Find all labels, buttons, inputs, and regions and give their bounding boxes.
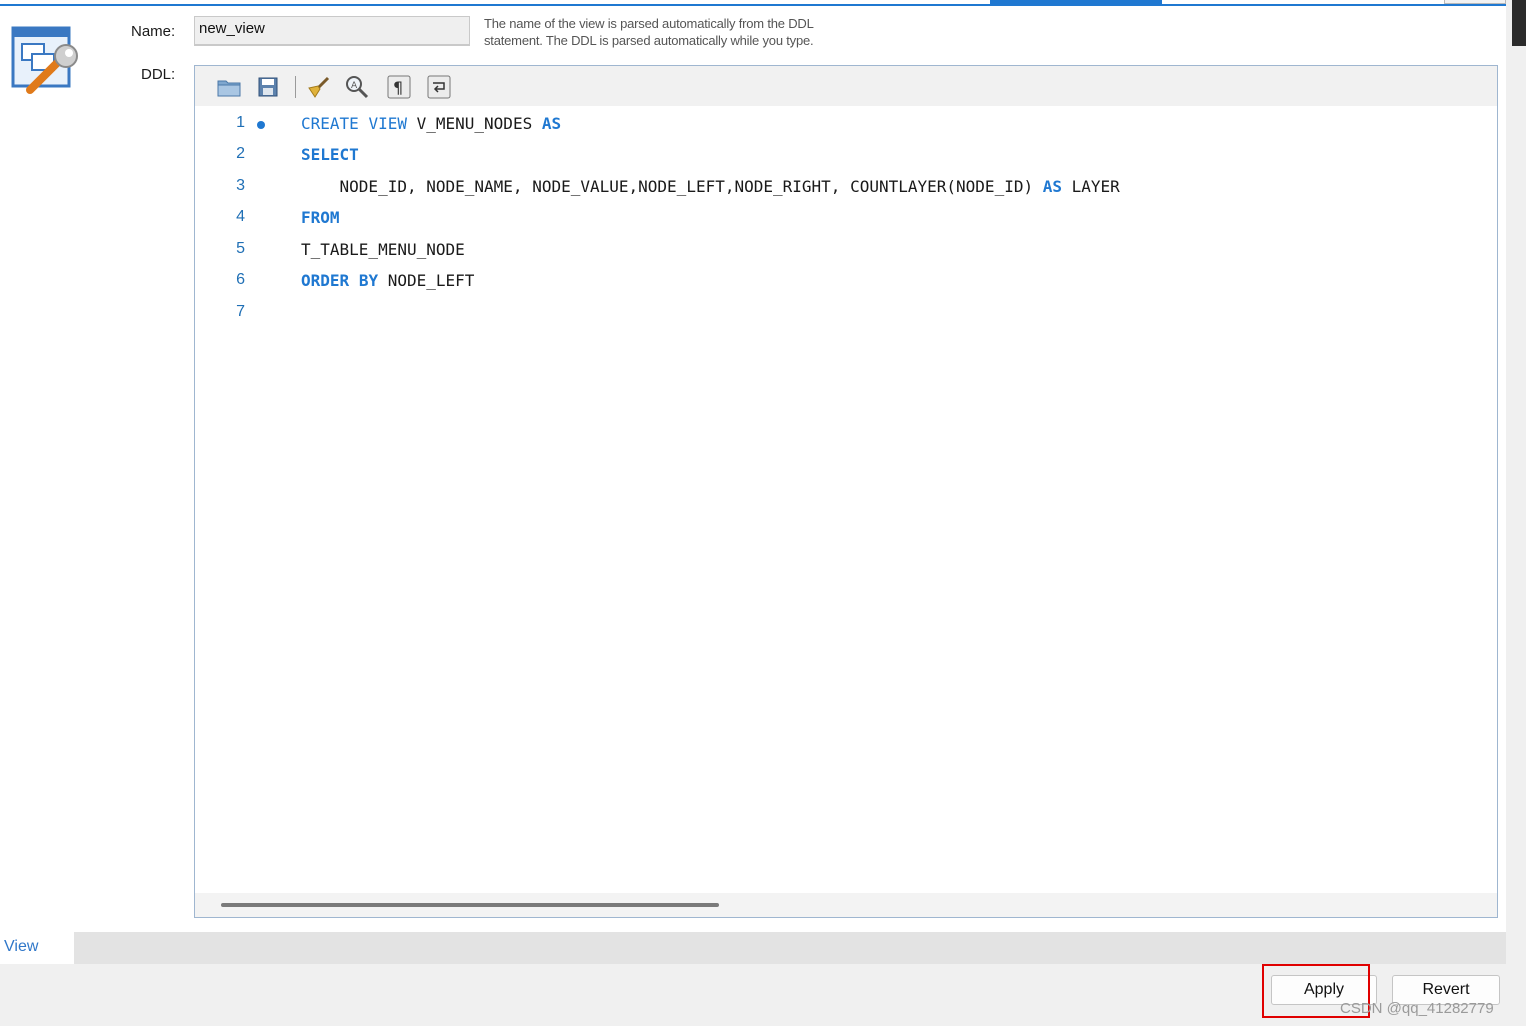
tab-view-label: View [4,938,39,955]
code-line-5: 5 T_TABLE_MENU_NODE [195,240,1497,264]
line-number: 6 [236,271,245,288]
watermark: CSDN @qq_41282779 [1340,1000,1494,1017]
find-icon[interactable]: A [345,75,369,99]
identifier: V_MENU_NODES [416,114,533,133]
svg-text:¶: ¶ [393,78,403,97]
top-right-tab[interactable] [1444,0,1506,4]
code-text: FROM [301,208,340,227]
keyword: FROM [301,208,340,227]
code-line-1: 1 CREATE VIEW V_MENU_NODES AS [195,114,1497,138]
scrollbar-thumb[interactable] [1512,0,1526,46]
code-line-2: 2 SELECT [195,145,1497,169]
hint-line-2: statement. The DDL is parsed automatical… [484,33,814,48]
identifier: LAYER [1071,177,1120,196]
bottom-tab-strip: View [0,932,1506,964]
top-tab-bar [0,0,1506,6]
identifier: T_TABLE_MENU_NODE [301,240,465,259]
svg-text:A: A [351,81,358,91]
identifier: NODE_ID, NODE_NAME, NODE_VALUE,NODE_LEFT… [301,177,1034,196]
line-number: 1 [236,114,245,131]
code-line-6: 6 ORDER BY NODE_LEFT [195,271,1497,295]
editor-toolbar: A ¶ [195,66,1497,106]
view-object-icon [10,24,84,98]
footer-bar: Apply Revert [0,964,1506,1026]
line-number: 3 [236,177,245,194]
statement-marker-icon [257,121,265,129]
tab-view[interactable]: View [0,932,74,964]
hint-line-1: The name of the view is parsed automatic… [484,16,814,31]
horizontal-scrollbar[interactable] [195,893,1497,917]
line-number: 2 [236,145,245,162]
name-hint: The name of the view is parsed automatic… [484,15,904,49]
ddl-label: DDL: [141,66,176,83]
code-text: ORDER BY NODE_LEFT [301,271,474,290]
code-text: T_TABLE_MENU_NODE [301,240,465,259]
code-line-4: 4 FROM [195,208,1497,232]
name-label: Name: [131,23,176,40]
keyword: SELECT [301,145,359,164]
ddl-editor[interactable]: A ¶ 1 CREATE VIEW V_MENU_NODES AS 2 SELE… [194,65,1498,918]
show-invisibles-icon[interactable]: ¶ [387,75,411,99]
identifier: NODE_LEFT [387,271,475,290]
active-tab-indicator[interactable] [990,0,1162,6]
keyword: AS [1042,177,1062,196]
code-area[interactable]: 1 CREATE VIEW V_MENU_NODES AS 2 SELECT 3… [195,110,1497,890]
code-text: CREATE VIEW V_MENU_NODES AS [301,114,561,133]
keyword: BY [358,271,379,290]
code-text: NODE_ID, NODE_NAME, NODE_VALUE,NODE_LEFT… [301,177,1120,196]
horizontal-scroll-thumb[interactable] [221,903,719,907]
line-number: 5 [236,240,245,257]
keyword: ORDER [301,271,350,290]
beautify-broom-icon[interactable] [306,75,330,99]
save-icon[interactable] [256,75,280,99]
toolbar-separator [295,76,296,98]
keyword: VIEW [368,114,407,133]
word-wrap-icon[interactable] [427,75,451,99]
code-line-7: 7 [195,303,1497,327]
line-number: 7 [236,303,245,320]
view-name-input[interactable]: new_view [194,16,470,46]
right-scrollbar[interactable] [1506,0,1526,1026]
code-line-3: 3 NODE_ID, NODE_NAME, NODE_VALUE,NODE_LE… [195,177,1497,201]
code-text: SELECT [301,145,359,164]
keyword: CREATE [301,114,359,133]
open-folder-icon[interactable] [217,75,241,99]
keyword: AS [541,114,562,133]
line-number: 4 [236,208,245,225]
